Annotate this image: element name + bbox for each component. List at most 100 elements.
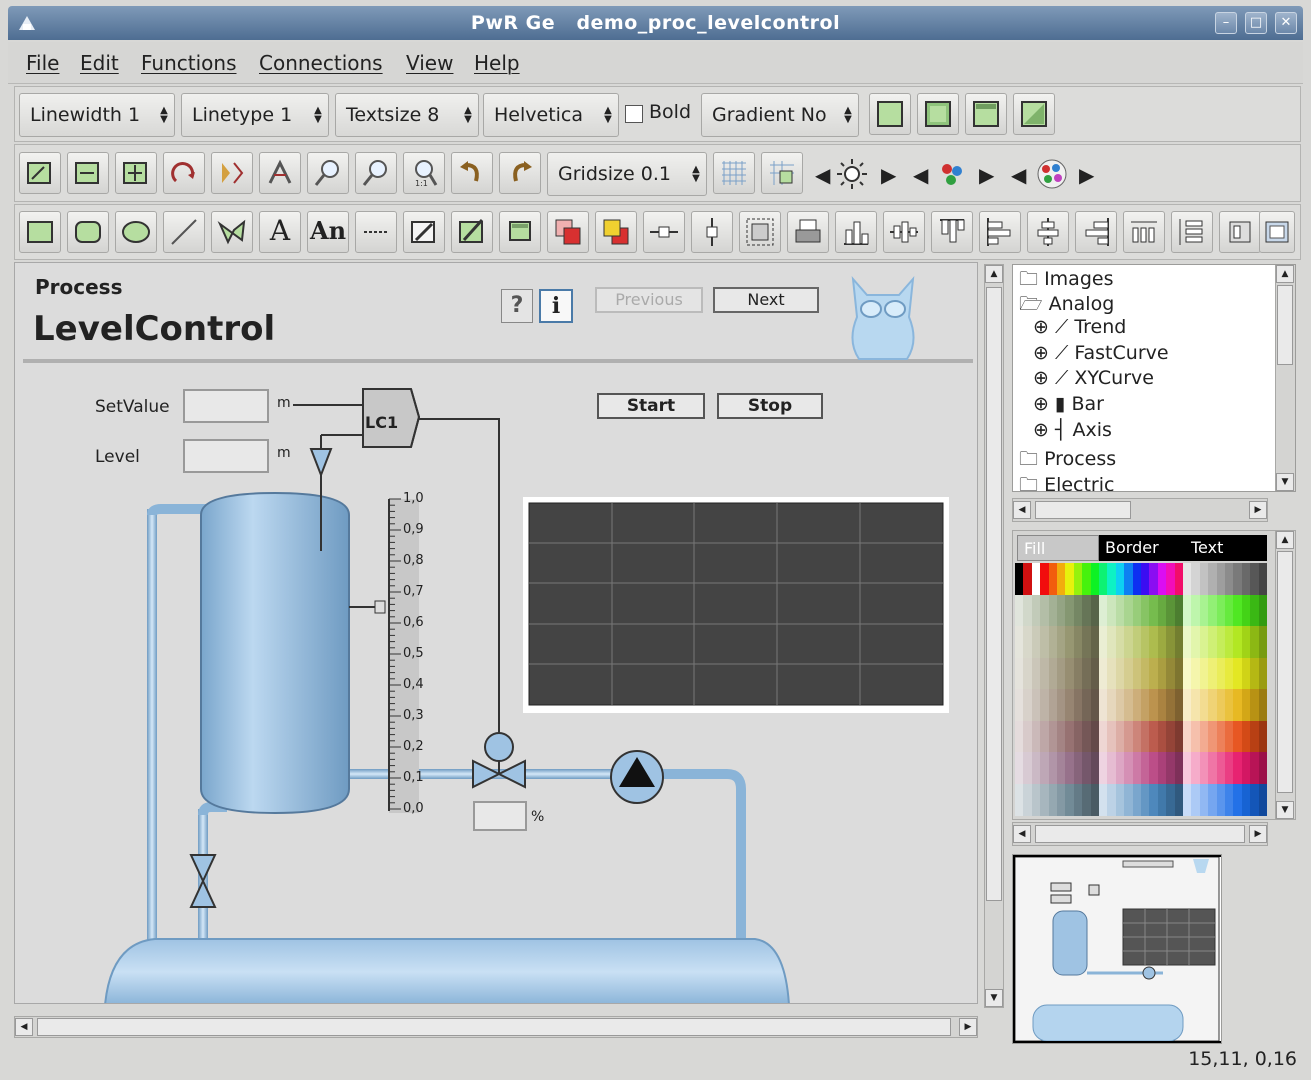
color-swatch[interactable] [1258,720,1268,753]
palette-horizontal-scrollbar[interactable]: ◀ ▶ [1012,822,1268,846]
rotate-button[interactable] [163,152,205,194]
scroll-up-icon[interactable]: ▲ [985,265,1003,283]
vertical-scroll-thumb[interactable] [986,287,1002,901]
menu-view[interactable]: View [406,51,453,75]
window-titlebar[interactable]: PwR Ge demo_proc_levelcontrol – □ ✕ [8,6,1303,40]
zoom-reset-button[interactable]: 1:1 [403,152,445,194]
scroll-down-icon[interactable]: ▼ [985,989,1003,1007]
palette-tab-text[interactable]: Text [1185,535,1267,561]
info-button[interactable]: i [539,289,573,323]
tree-item-axis[interactable]: ⊕ ┤ Axis [1033,419,1112,441]
color-swatch[interactable] [1258,657,1268,690]
palette-vertical-scrollbar[interactable]: ▲ ▼ [1275,531,1295,819]
color-tone-icon[interactable] [937,159,967,189]
fill-style-relief-button[interactable] [965,93,1007,135]
tree-scroll-thumb[interactable] [1277,285,1293,365]
textsize-combo[interactable]: Textsize 8 ▲ ▼ [335,93,479,137]
edit-object-button[interactable] [403,211,445,253]
color-swatch[interactable] [1258,626,1268,658]
graph-canvas[interactable]: Process LevelControl ? i Previous Next S… [14,262,978,1004]
align-bottom-button[interactable] [835,211,877,253]
color-swatch[interactable] [1258,594,1268,627]
next-tone-arrow[interactable]: ▶ [979,163,994,187]
minimize-button[interactable]: – [1215,12,1237,34]
fill-style-shadow-button[interactable] [917,93,959,135]
distribute-horizontal-button[interactable] [643,211,685,253]
scroll-down-icon[interactable]: ▼ [1276,801,1294,819]
draw-rectangle-button[interactable] [19,211,61,253]
palette-tab-fill[interactable]: Fill [1017,535,1099,561]
palette-hscroll-thumb[interactable] [1035,825,1245,843]
scroll-down-icon[interactable]: ▼ [1276,473,1294,491]
color-swatch[interactable] [1258,752,1268,784]
color-swatch-grid[interactable] [1015,563,1268,816]
color-theme-icon[interactable] [1035,157,1069,191]
align-top-button[interactable] [931,211,973,253]
prev-tone-arrow[interactable]: ◀ [913,163,928,187]
snap-grid-button[interactable] [761,152,803,194]
scroll-up-icon[interactable]: ▲ [1276,531,1294,549]
tree-vertical-scrollbar[interactable]: ▲ ▼ [1275,265,1295,491]
draw-ellipse-button[interactable] [115,211,157,253]
equal-space-horizontal-button[interactable] [1123,211,1165,253]
subgraph-button[interactable] [739,211,781,253]
gridsize-combo[interactable]: Gridsize 0.1 ▲ ▼ [547,152,707,196]
canvas-vertical-scrollbar[interactable]: ▲ ▼ [984,264,1004,1008]
undo-button[interactable] [451,152,493,194]
background-color-icon[interactable] [835,157,869,191]
color-swatch[interactable] [1258,689,1268,721]
tree-item-bar[interactable]: ⊕ ▮ Bar [1033,393,1104,415]
scroll-left-icon[interactable]: ◀ [1013,825,1031,843]
object-attributes-button[interactable] [451,211,493,253]
palette-scroll-thumb[interactable] [1277,551,1293,793]
zoom-in-button[interactable] [307,152,349,194]
tree-item-trend[interactable]: ⊕ ⟋ Trend [1033,316,1126,338]
color-swatch[interactable] [1258,563,1268,595]
tree-horizontal-scrollbar[interactable]: ◀ ▶ [1012,498,1268,522]
draw-text-button[interactable]: A [259,211,301,253]
next-background-arrow[interactable]: ▶ [881,163,896,187]
align-hcenter-button[interactable] [1027,211,1069,253]
scroll-left-icon[interactable]: ◀ [1013,501,1031,519]
setvalue-field[interactable] [183,389,269,423]
fill-style-flat-button[interactable] [869,93,911,135]
align-right-button[interactable] [1075,211,1117,253]
align-vcenter-button[interactable] [883,211,925,253]
tree-item-electric[interactable]: 🗀 Electric [1019,471,1114,491]
push-back-button[interactable] [595,211,637,253]
menu-help[interactable]: Help [474,51,520,75]
table-object-button[interactable] [1259,211,1295,253]
tree-item-fastcurve[interactable]: ⊕ ⟋ FastCurve [1033,342,1169,364]
color-palette[interactable]: Fill Border Text ▲ ▼ [1012,530,1296,820]
next-button[interactable]: Next [713,287,819,313]
flip-button[interactable] [259,152,301,194]
font-combo[interactable]: Helvetica ▲ ▼ [483,93,619,137]
draw-rounded-rectangle-button[interactable] [67,211,109,253]
prev-background-arrow[interactable]: ◀ [815,163,830,187]
navigator-preview[interactable] [1012,854,1227,1044]
redo-button[interactable] [499,152,541,194]
palette-tab-border[interactable]: Border [1099,535,1185,561]
linetype-combo[interactable]: Linetype 1 ▲ ▼ [181,93,329,137]
equal-space-vertical-button[interactable] [1171,211,1213,253]
color-swatch[interactable] [1258,783,1268,816]
next-theme-arrow[interactable]: ▶ [1079,163,1094,187]
horizontal-scroll-thumb[interactable] [37,1018,951,1036]
fill-style-gradient-button[interactable] [1013,93,1055,135]
gradient-combo[interactable]: Gradient No ▲ ▼ [701,93,859,137]
menu-connections[interactable]: Connections [259,51,383,75]
start-button[interactable]: Start [597,393,705,419]
connection-button[interactable] [355,211,397,253]
prev-theme-arrow[interactable]: ◀ [1011,163,1026,187]
scroll-right-icon[interactable]: ▶ [1249,825,1267,843]
tree-item-xycurve[interactable]: ⊕ ⟋ XYCurve [1033,367,1154,389]
scroll-left-icon[interactable]: ◀ [15,1018,33,1036]
scroll-right-icon[interactable]: ▶ [1249,501,1267,519]
scale-button[interactable] [115,152,157,194]
scroll-up-icon[interactable]: ▲ [1276,265,1294,283]
canvas-horizontal-scrollbar[interactable]: ◀ ▶ [14,1016,978,1038]
help-button[interactable]: ? [501,289,533,323]
object-tree[interactable]: 🗀 Images 🗁 Analog ⊕ ⟋ Trend ⊕ ⟋ FastCurv… [1012,264,1296,492]
group-button[interactable] [499,211,541,253]
align-button[interactable] [19,152,61,194]
